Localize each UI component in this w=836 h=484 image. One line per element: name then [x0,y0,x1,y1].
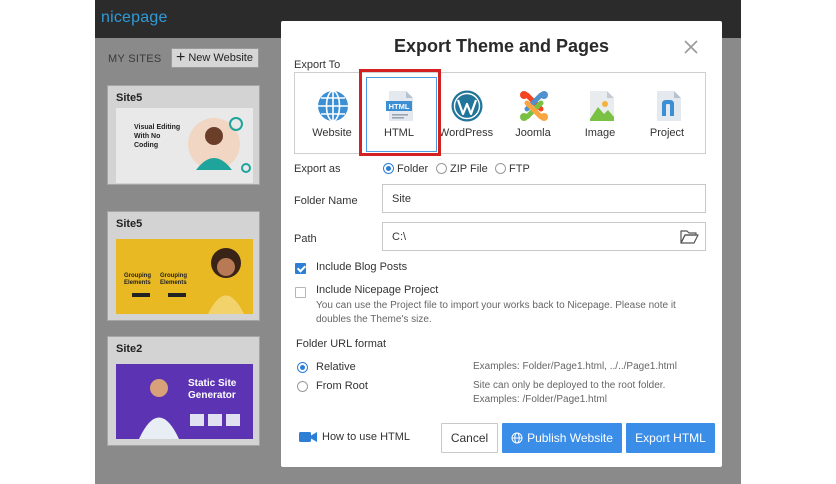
relative-example: Examples: Folder/Page1.html, ../../Page1… [473,361,677,372]
my-sites-label: MY SITES [108,53,162,65]
target-label: Image [584,127,616,139]
target-wordpress[interactable]: WordPress [433,73,499,155]
include-blog-posts-checkbox[interactable] [295,263,306,274]
new-website-button[interactable]: + New Website [171,48,259,68]
dialog-title: Export Theme and Pages [393,36,610,56]
globe-icon [318,90,348,122]
radio-folder[interactable] [383,163,394,174]
joomla-icon [520,91,548,121]
radio-relative-label: Relative [316,361,356,373]
site-card-title: Site2 [116,343,143,355]
include-project-checkbox[interactable] [295,287,306,298]
plus-icon: + [176,49,186,66]
radio-from-root[interactable] [297,381,308,392]
thumbnail-tile [226,414,240,426]
html-highlight-frame [359,69,441,156]
folder-url-format-label: Folder URL format [296,338,387,350]
target-joomla[interactable]: Joomla [500,73,566,155]
target-label: Website [312,127,352,139]
woman-photo-icon [208,248,244,314]
include-project-note-line2: doubles the Theme's size. [316,314,432,325]
thumbnail-button [168,293,186,297]
target-label: Project [649,127,685,139]
from-root-note: Site can only be deployed to the root fo… [473,380,666,391]
wordpress-icon [451,90,483,122]
site-card-title: Site5 [116,92,143,104]
radio-from-root-label: From Root [316,380,368,392]
site-card-1[interactable]: Site5 Visual Editing With No Coding [107,85,260,185]
publish-website-label: Publish Website [527,431,613,445]
folder-name-input[interactable]: Site [382,184,706,213]
radio-relative[interactable] [297,362,308,373]
site-thumbnail: Visual Editing With No Coding [116,108,253,183]
folder-name-label: Folder Name [294,195,358,207]
from-root-example: Examples: /Folder/Page1.html [473,394,607,405]
export-to-label: Export To [294,59,341,71]
target-image[interactable]: Image [567,73,633,155]
image-file-icon [590,91,614,121]
radio-ftp[interactable] [495,163,506,174]
folder-open-icon[interactable] [680,229,699,245]
app-logo: nicepage [101,9,168,26]
target-website[interactable]: Website [299,73,365,155]
radio-zip-file-label: ZIP File [450,163,488,175]
target-project[interactable]: Project [634,73,700,155]
target-label: Joomla [515,127,551,139]
close-icon[interactable] [682,38,700,56]
thumbnail-button [132,293,150,297]
nicepage-project-icon [657,91,681,121]
include-project-label: Include Nicepage Project [316,284,439,296]
target-label: WordPress [438,127,494,139]
include-blog-posts-label: Include Blog Posts [316,261,408,273]
video-camera-icon [299,432,317,442]
thumbnail-tile [190,414,204,426]
export-target-panel: Website HTML HTML WordPress Joomla Image… [294,72,706,154]
path-input[interactable]: C:\ [382,222,706,251]
thumbnail-text: Static Site Generator [188,378,237,401]
woman-photo-icon [188,117,251,173]
radio-folder-label: Folder [397,163,429,175]
site-card-2[interactable]: Site5 Grouping Elements Grouping Element… [107,211,260,321]
export-as-label: Export as [294,163,341,175]
globe-icon [511,432,523,444]
thumbnail-tile [208,414,222,426]
how-to-use-html-label: How to use HTML [322,431,411,443]
site-card-3[interactable]: Site2 Static Site Generator [107,336,260,446]
radio-zip-file[interactable] [436,163,447,174]
site-thumbnail: Static Site Generator [116,364,253,439]
site-thumbnail: Grouping Elements Grouping Elements [116,239,253,314]
export-html-button[interactable]: Export HTML [626,423,715,453]
include-project-note-line1: You can use the Project file to import y… [316,300,676,311]
path-label: Path [294,233,317,245]
site-card-title: Site5 [116,218,143,230]
radio-ftp-label: FTP [509,163,530,175]
how-to-use-html-link[interactable]: How to use HTML [299,431,410,443]
man-photo-icon [139,379,179,439]
cancel-button[interactable]: Cancel [441,423,498,453]
new-website-label: New Website [188,52,253,64]
export-dialog: Export Theme and Pages Export To Website… [281,21,722,467]
thumbnail-text: Grouping Elements [124,273,151,286]
publish-website-button[interactable]: Publish Website [502,423,622,453]
thumbnail-text-2: Grouping Elements [160,273,187,286]
